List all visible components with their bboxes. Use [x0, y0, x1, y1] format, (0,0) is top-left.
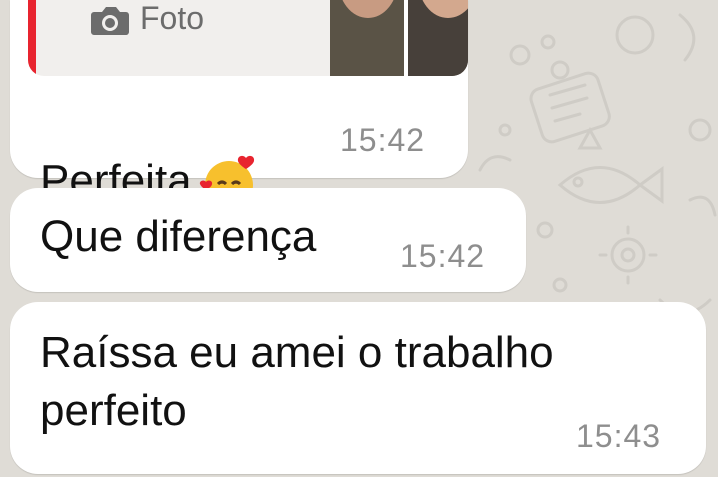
message-timestamp: 15:42: [340, 122, 426, 158]
message-text: Raíssa eu amei o trabalho perfeito: [40, 328, 554, 435]
message-timestamp: 15:42: [400, 238, 486, 274]
reply-accent-bar: [28, 0, 36, 76]
photo-thumbnail[interactable]: [330, 0, 468, 76]
message-text: Que diferença: [40, 212, 317, 261]
message-timestamp: 15:43: [576, 418, 662, 454]
message-bubble-2[interactable]: Que diferença 15:42: [10, 188, 526, 292]
reply-label: Foto: [140, 0, 205, 36]
message-bubble-3[interactable]: Raíssa eu amei o trabalho perfeito 15:43: [10, 302, 706, 474]
quoted-photo-reply[interactable]: Foto: [28, 0, 468, 76]
camera-icon: [91, 7, 129, 35]
message-bubble-1[interactable]: Foto Perfeita 15:42: [10, 0, 468, 210]
